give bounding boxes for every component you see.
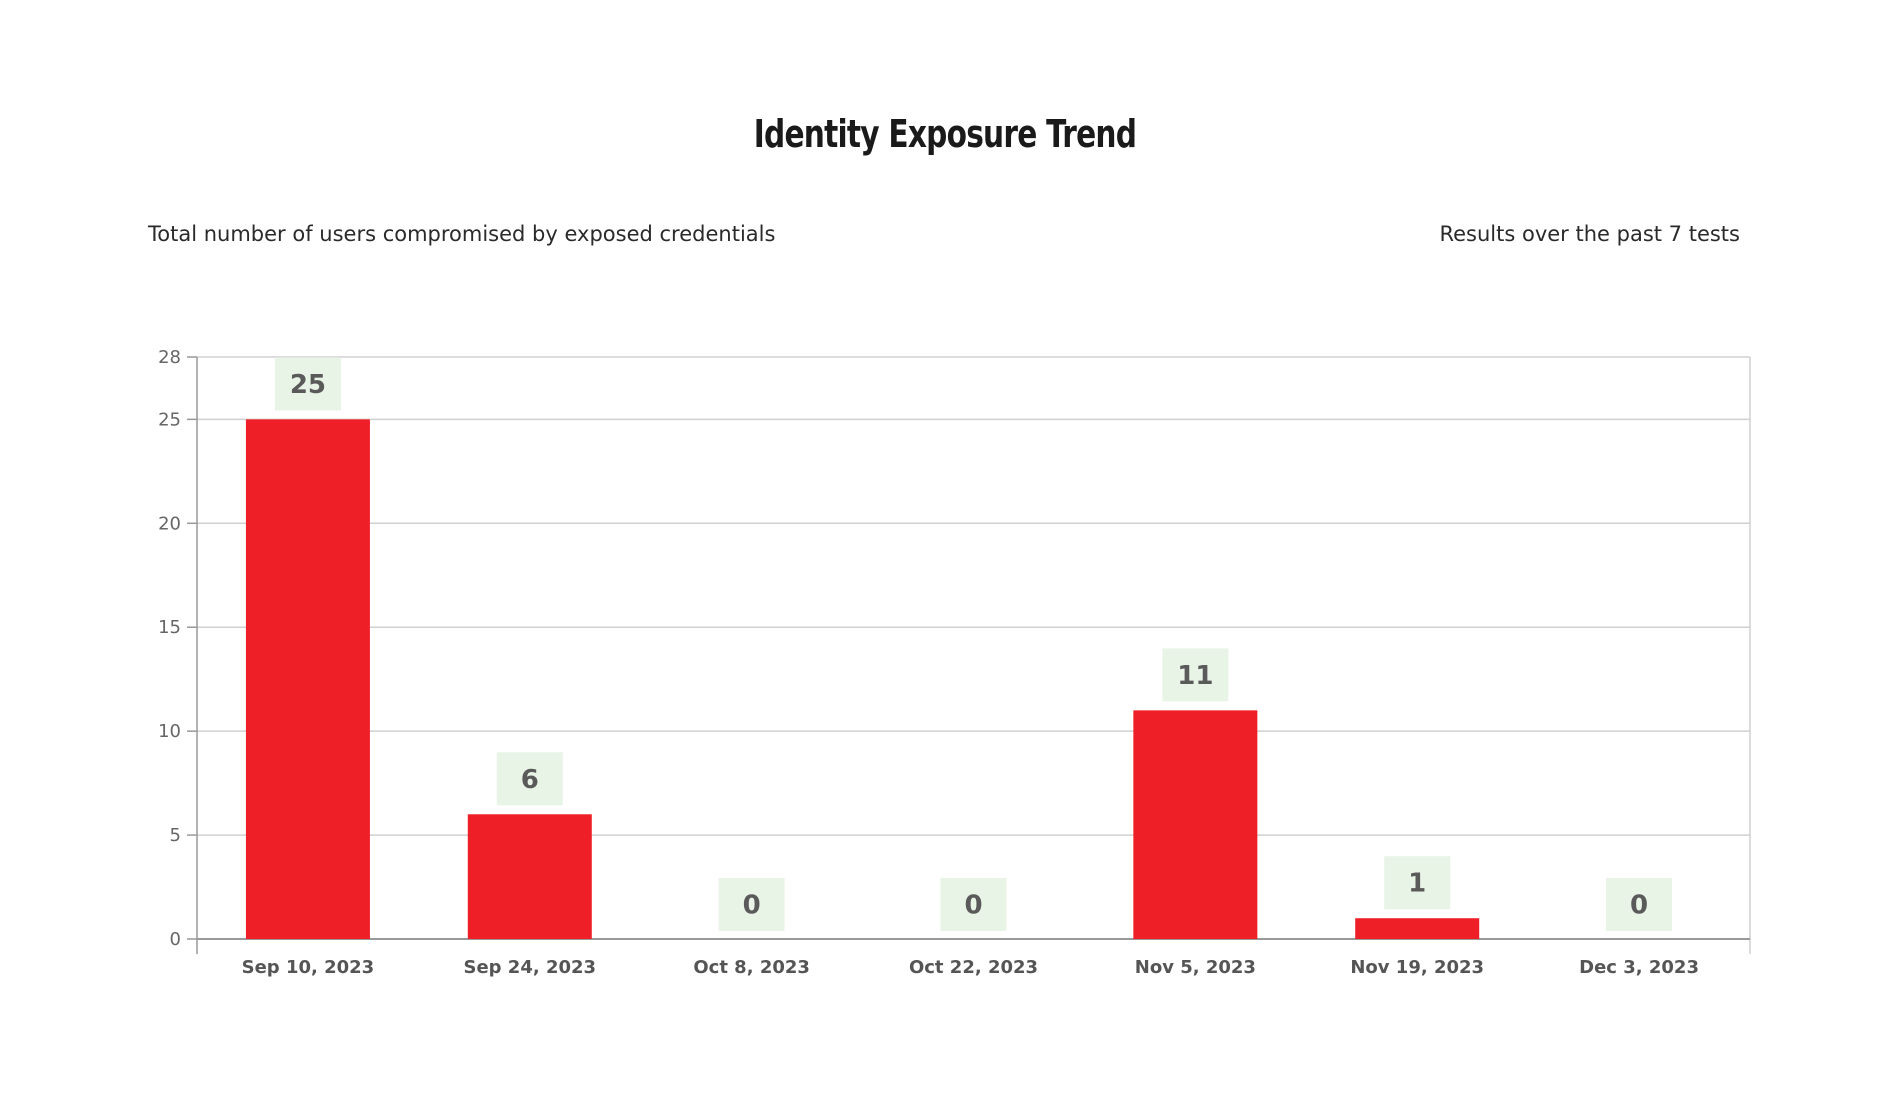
y-tick-label: 25 [158,409,181,430]
x-tick-label: Nov 19, 2023 [1350,957,1484,978]
y-tick-label: 28 [158,347,181,368]
y-tick-label: 15 [158,617,181,638]
bar [467,814,592,939]
data-label: 0 [1630,891,1648,921]
data-label: 11 [1177,661,1213,691]
bar [1133,710,1258,939]
axes [196,357,1751,954]
x-tick-label: Nov 5, 2023 [1135,957,1256,978]
data-label: 0 [964,891,982,921]
bar-chart: 2560 01110 Sep 10, 2023 Sep 24, 2023 Oct 8,… [158,347,1751,978]
data-label: 6 [521,765,539,795]
y-axis-ticks: 0 5 10 15 20 25 28 [158,347,197,950]
x-tick-label: Sep 24, 2023 [463,957,596,978]
bars [245,419,1480,939]
data-label: 25 [290,370,326,400]
grid-lines [197,356,1750,836]
data-label: 0 [743,891,761,921]
bar [245,419,370,939]
bar [1355,918,1480,939]
x-tick-label: Oct 22, 2023 [909,957,1038,978]
y-tick-label: 0 [170,929,181,950]
y-tick-label: 5 [170,825,181,846]
data-label: 1 [1408,869,1426,899]
x-axis-labels: Sep 10, 2023 Sep 24, 2023 Oct 8, 2023 Oct 2… [242,957,1699,978]
x-tick-label: Dec 3, 2023 [1579,957,1699,978]
y-tick-label: 10 [158,721,181,742]
y-tick-label: 20 [158,513,181,534]
x-tick-label: Oct 8, 2023 [693,957,810,978]
x-tick-label: Sep 10, 2023 [242,957,375,978]
